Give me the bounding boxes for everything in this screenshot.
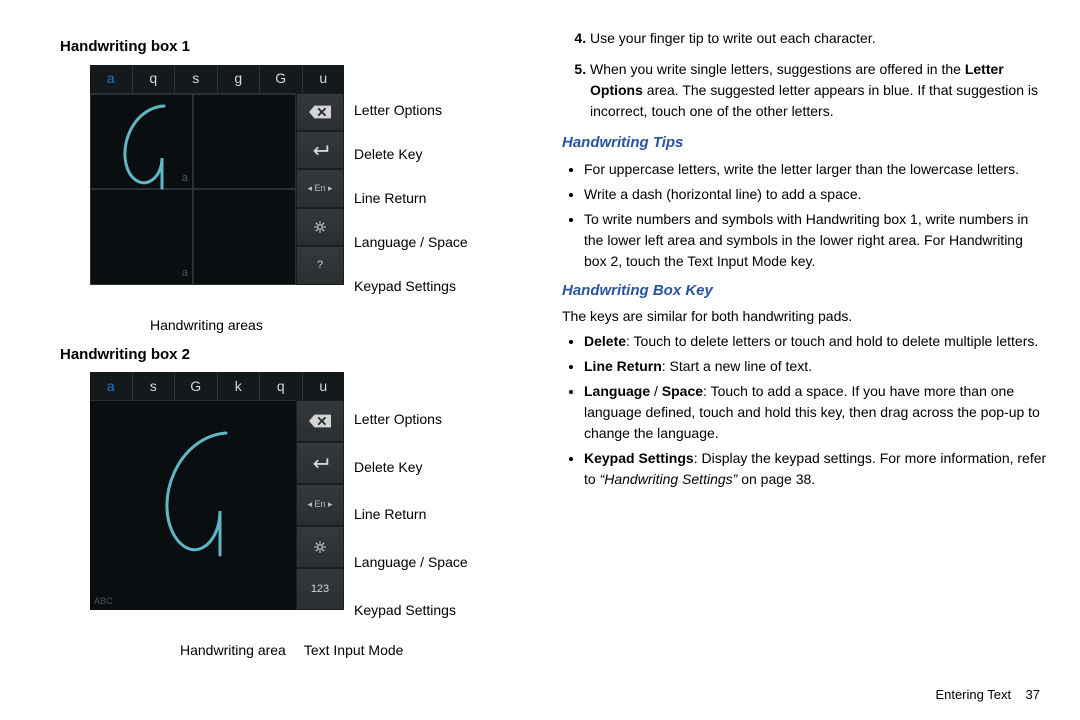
delete-key[interactable] bbox=[296, 93, 344, 131]
suggestion-s[interactable]: s bbox=[175, 65, 218, 93]
handwriting-quadrant bbox=[193, 189, 296, 285]
key-list: Delete: Touch to delete letters or touch… bbox=[572, 331, 1048, 490]
callout-label: Letter Options bbox=[354, 92, 468, 130]
line-return-key[interactable] bbox=[296, 442, 344, 484]
tip-item: For uppercase letters, write the letter … bbox=[584, 159, 1048, 180]
callout-labels-2: Letter Options Delete Key Line Return Langu… bbox=[344, 372, 468, 634]
suggestion-s[interactable]: s bbox=[133, 372, 176, 400]
key-item: Language / Space: Touch to add a space. … bbox=[584, 381, 1048, 444]
suggestion-a[interactable]: a bbox=[90, 65, 133, 93]
keypad-settings-key[interactable] bbox=[296, 208, 344, 246]
tip-item: To write numbers and symbols with Handwr… bbox=[584, 209, 1048, 272]
handwriting-area-single: ABC bbox=[90, 400, 296, 610]
step-4: Use your finger tip to write out each ch… bbox=[590, 28, 1048, 49]
suggestion-q[interactable]: q bbox=[133, 65, 176, 93]
line-return-key[interactable] bbox=[296, 131, 344, 169]
handwriting-area-grid: aa bbox=[90, 93, 296, 285]
keypad-settings-key[interactable] bbox=[296, 526, 344, 568]
suggestion-g[interactable]: g bbox=[218, 65, 261, 93]
handwriting-quadrant: a bbox=[90, 189, 193, 285]
handwriting-quadrant bbox=[193, 94, 296, 190]
handwriting-box-1-screenshot: aqsgGu aa bbox=[90, 65, 344, 285]
handwritten-letter-a-2 bbox=[148, 425, 248, 565]
key-column-2: ◂ En ▸ 123 bbox=[296, 400, 344, 610]
help-key[interactable]: ? bbox=[296, 246, 344, 284]
suggestion-G[interactable]: G bbox=[175, 372, 218, 400]
handwriting-quadrant: a bbox=[90, 94, 193, 190]
tip-item: Write a dash (horizontal line) to add a … bbox=[584, 184, 1048, 205]
delete-key[interactable] bbox=[296, 400, 344, 442]
suggestion-u[interactable]: u bbox=[303, 65, 345, 93]
section-title-1: Handwriting box 1 bbox=[60, 36, 546, 59]
handwriting-box-2-screenshot: asGkqu ABC bbox=[90, 372, 344, 610]
subhead-box-key: Handwriting Box Key bbox=[562, 280, 1048, 303]
callout-label: Letter Options bbox=[354, 401, 468, 439]
key-intro: The keys are similar for both handwritin… bbox=[562, 306, 1048, 327]
letter-options-bar: aqsgGu bbox=[90, 65, 344, 93]
key-item: Delete: Touch to delete letters or touch… bbox=[584, 331, 1048, 352]
language-space-key[interactable]: ◂ En ▸ bbox=[296, 169, 344, 207]
language-space-key[interactable]: ◂ En ▸ bbox=[296, 484, 344, 526]
callout-labels-1: Letter Options Delete Key Line Return Langu… bbox=[344, 65, 468, 309]
key-column: ◂ En ▸ ? bbox=[296, 93, 344, 285]
callout-label: Keypad Settings bbox=[354, 268, 468, 306]
callout-label: Keypad Settings bbox=[354, 591, 468, 629]
callout-label: Language / Space bbox=[354, 544, 468, 582]
under-label-2: Handwriting area Text Input Mode bbox=[90, 634, 520, 661]
step-5: When you write single letters, suggestio… bbox=[590, 59, 1048, 122]
suggestion-a[interactable]: a bbox=[90, 372, 133, 400]
callout-label: Language / Space bbox=[354, 224, 468, 262]
letter-options-bar-2: asGkqu bbox=[90, 372, 344, 400]
callout-label: Line Return bbox=[354, 180, 468, 218]
page-footer: Entering Text 37 bbox=[935, 685, 1040, 705]
key-item: Keypad Settings: Display the keypad sett… bbox=[584, 448, 1048, 490]
text-input-mode-key[interactable]: 123 bbox=[296, 568, 344, 610]
section-title-2: Handwriting box 2 bbox=[60, 344, 546, 367]
callout-label: Delete Key bbox=[354, 448, 468, 486]
tips-list: For uppercase letters, write the letter … bbox=[572, 159, 1048, 272]
suggestion-k[interactable]: k bbox=[218, 372, 261, 400]
key-item: Line Return: Start a new line of text. bbox=[584, 356, 1048, 377]
input-mode-indicator: ABC bbox=[94, 595, 113, 609]
suggestion-q[interactable]: q bbox=[260, 372, 303, 400]
callout-label: Line Return bbox=[354, 496, 468, 534]
suggestion-G[interactable]: G bbox=[260, 65, 303, 93]
callout-label: Delete Key bbox=[354, 136, 468, 174]
under-label-1: Handwriting areas bbox=[90, 309, 490, 336]
numbered-steps: Use your finger tip to write out each ch… bbox=[562, 28, 1048, 122]
suggestion-u[interactable]: u bbox=[303, 372, 345, 400]
subhead-tips: Handwriting Tips bbox=[562, 132, 1048, 155]
